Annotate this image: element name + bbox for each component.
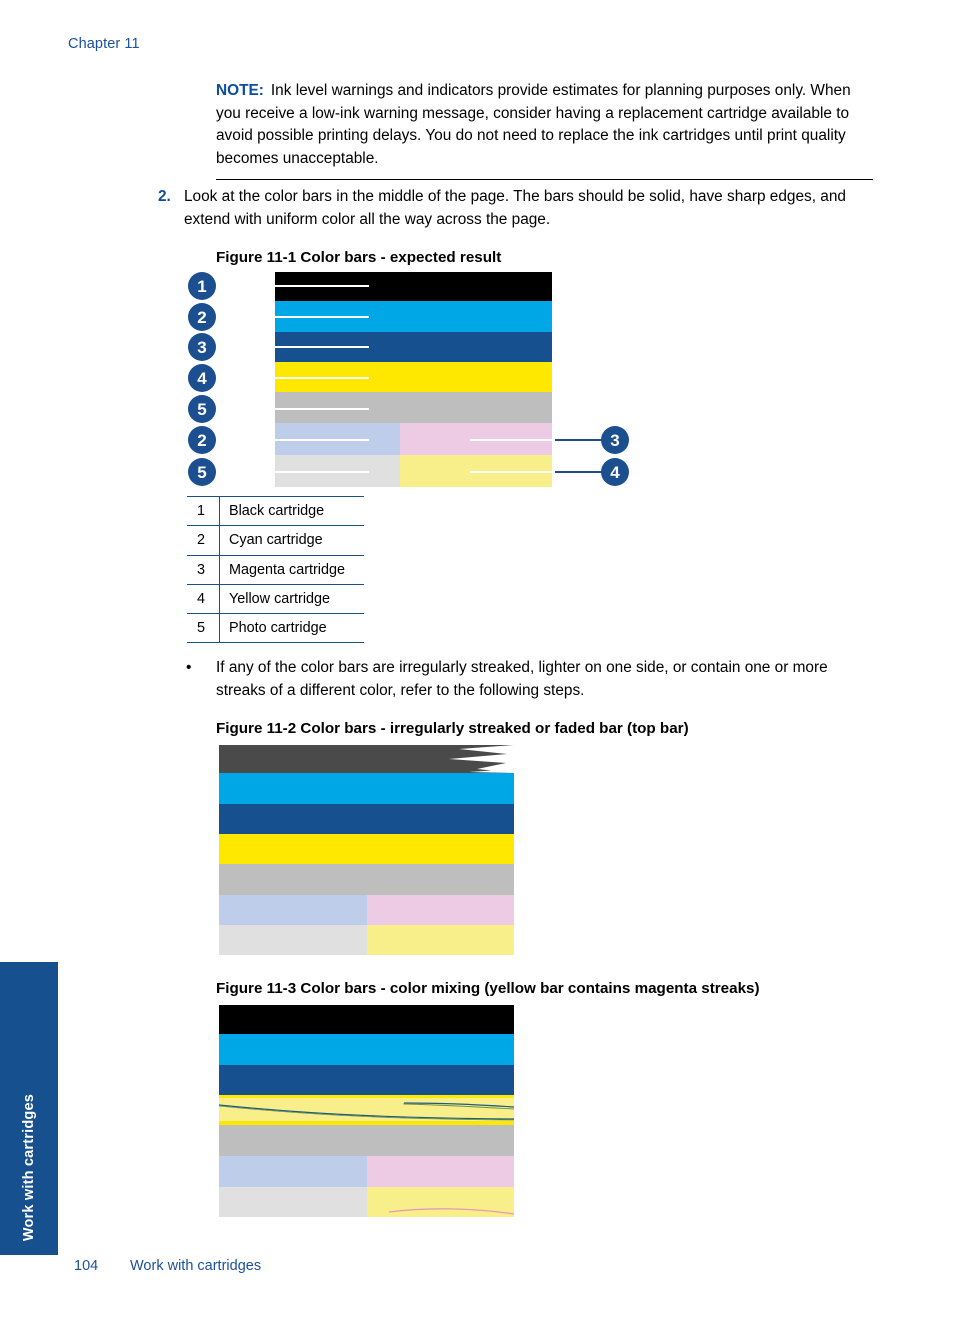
chapter-header: Chapter 11 [68,36,140,52]
note-body: Ink level warnings and indicators provid… [216,82,851,168]
legend-row: 3 Magenta cartridge [187,554,364,585]
color-bar-lightblue-pink [219,1156,514,1187]
callout-6: 2 [188,426,216,454]
legend-row: 2 Cyan cartridge [187,525,364,556]
figure-11-1: 1 2 3 4 5 2 5 3 4 [185,272,640,487]
leader-line-7 [209,471,369,473]
footer-page-number: 104 [74,1258,99,1274]
legend-label: Yellow cartridge [219,583,364,615]
color-swatch-light-yellow [366,925,514,955]
legend-number: 4 [187,583,220,615]
legend-label: Black cartridge [219,495,364,527]
legend-label: Cyan cartridge [219,525,364,556]
legend-number: 5 [187,613,220,644]
callout-5: 5 [188,395,216,423]
color-bar-lightblue-pink [219,895,514,925]
color-bar-yellow-mixed [219,1095,514,1125]
bullet-text: If any of the color bars are irregularly… [216,659,828,699]
color-swatch-light-gray [219,1187,367,1217]
legend-body: 1 Black cartridge 2 Cyan cartridge 3 Mag… [187,495,364,644]
legend-label: Photo cartridge [219,613,364,644]
leader-line-3 [209,346,369,348]
legend-row: 5 Photo cartridge [187,613,364,644]
callout-right-4: 4 [601,458,629,486]
step-item: 2. Look at the color bars in the middle … [158,186,873,231]
figure-11-1-legend: 1 Black cartridge 2 Cyan cartridge 3 Mag… [187,495,364,644]
color-bar-blue [219,1065,514,1095]
figure-11-2-caption: Figure 11-2 Color bars - irregularly str… [216,720,689,737]
step-text: Look at the color bars in the middle of … [184,188,846,228]
color-swatch-light-blue [219,895,367,925]
page-footer: 104 Work with cartridges [74,1258,261,1274]
side-tab-label: Work with cartridges [21,1093,37,1241]
color-bar-cyan [219,773,514,804]
bullet-item: • If any of the color bars are irregular… [186,657,876,702]
callout-right-3: 3 [601,426,629,454]
color-swatch-light-blue [219,1156,367,1187]
magenta-streak-icon [219,1098,514,1121]
color-bar-yellow [219,834,514,864]
legend-row: 1 Black cartridge [187,495,364,527]
color-bar-cyan [219,1034,514,1065]
legend-number: 1 [187,495,220,527]
color-bar-lightgray-lightyellow [219,925,514,955]
callout-2: 2 [188,303,216,331]
leader-line-4 [209,377,369,379]
color-swatch-pink [366,895,514,925]
leader-line-2 [209,316,369,318]
note-text: NOTE: Ink level warnings and indicators p… [216,80,873,171]
legend-number: 2 [187,525,220,556]
color-bar-lightgray-lightyellow-streaked [219,1187,514,1217]
figure-11-3-bars [219,1005,514,1217]
callout-7: 5 [188,458,216,486]
leader-line-1 [209,285,369,287]
color-bar-blue [219,804,514,834]
legend-number: 3 [187,554,220,585]
footer-section: Work with cartridges [130,1258,262,1274]
callout-3: 3 [188,333,216,361]
color-bar-faded-black [219,745,514,773]
legend-label: Magenta cartridge [219,554,364,585]
faded-streak-icon [449,745,514,773]
callout-1: 1 [188,272,216,300]
leader-line-6 [209,439,369,441]
leader-line-5 [209,408,369,410]
color-bar-gray [219,864,514,895]
figure-11-1-bars [275,272,552,487]
note-label: NOTE: [216,82,264,99]
color-swatch-light-yellow [366,1187,514,1217]
color-bar-black [219,1005,514,1034]
note-box: NOTE: Ink level warnings and indicators p… [216,80,873,180]
color-swatch-pink [366,1156,514,1187]
side-tab: Work with cartridges [0,962,58,1255]
figure-11-1-caption: Figure 11-1 Color bars - expected result [216,249,502,266]
figure-11-3-caption: Figure 11-3 Color bars - color mixing (y… [216,980,760,997]
color-bar-gray [219,1125,514,1156]
legend-row: 4 Yellow cartridge [187,583,364,615]
callout-4: 4 [188,364,216,392]
figure-11-2-bars [219,745,514,955]
color-swatch-light-gray [219,925,367,955]
step-number: 2. [158,188,171,205]
bullet-dot: • [186,659,192,676]
